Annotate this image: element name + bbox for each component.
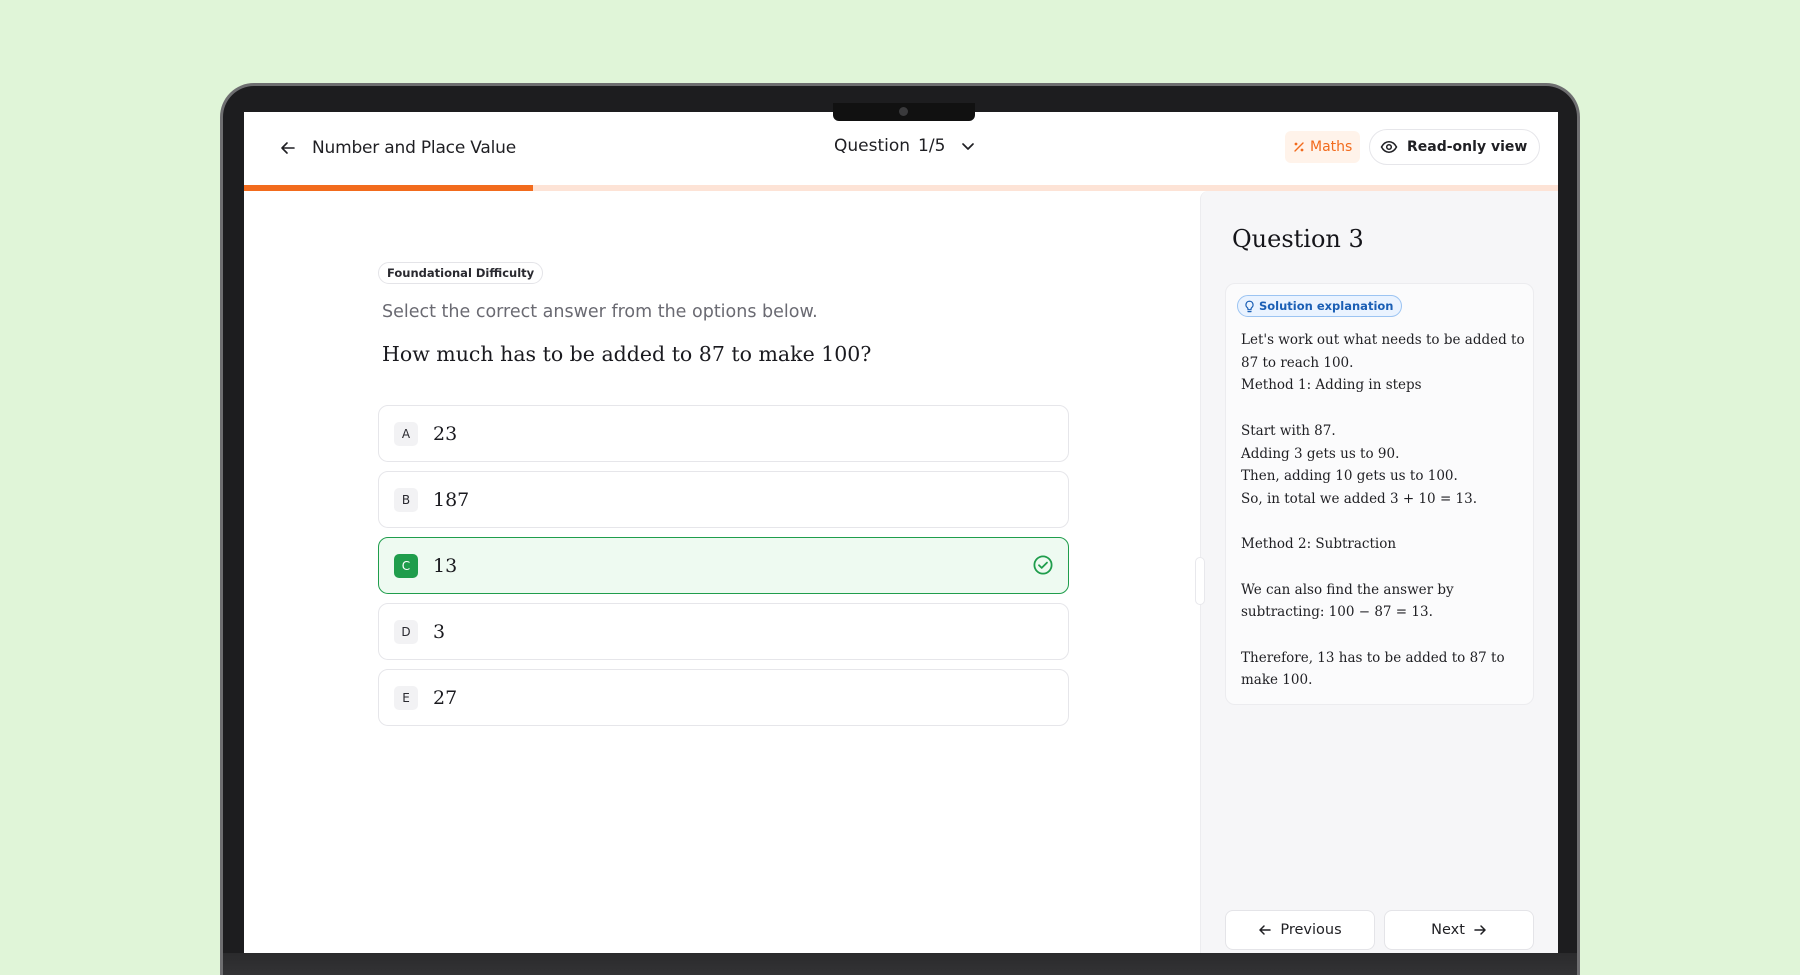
check-circle-icon xyxy=(1033,555,1053,575)
previous-button[interactable]: Previous xyxy=(1225,910,1375,950)
solution-card: Solution explanation Let's work out what… xyxy=(1225,283,1534,705)
solution-line: Let's work out what needs to be added to… xyxy=(1241,332,1525,371)
readonly-label: Read-only view xyxy=(1407,139,1528,155)
solution-line xyxy=(1241,624,1526,647)
question-area: Foundational Difficulty Select the corre… xyxy=(244,191,1200,953)
laptop-frame: Number and Place Value Question 1/5 Math… xyxy=(220,83,1580,975)
solution-line: Start with 87. xyxy=(1241,422,1336,439)
solution-line: Therefore, 13 has to be added to 87 to m… xyxy=(1241,649,1505,689)
topic-title: Number and Place Value xyxy=(312,138,516,158)
option-value: 13 xyxy=(433,554,458,577)
option-value: 27 xyxy=(433,686,458,709)
option-value: 187 xyxy=(433,488,470,511)
solution-line: Then, adding 10 gets us to 100. xyxy=(1241,468,1458,485)
app-screen: Number and Place Value Question 1/5 Math… xyxy=(244,112,1558,953)
option-d[interactable]: D 3 xyxy=(378,603,1069,660)
solution-line: Adding 3 gets us to 90. xyxy=(1241,445,1400,462)
previous-label: Previous xyxy=(1280,922,1342,938)
solution-chip: Solution explanation xyxy=(1237,295,1403,317)
solution-line: Method 1: Adding in steps xyxy=(1241,377,1422,394)
top-bar: Number and Place Value Question 1/5 Math… xyxy=(244,112,1558,185)
subject-label: Maths xyxy=(1310,139,1353,155)
option-b[interactable]: B 187 xyxy=(378,471,1069,528)
solution-panel: Question 3 Solution explanation Let's wo… xyxy=(1200,191,1558,953)
solution-line: So, in total we added 3 + 10 = 13. xyxy=(1241,490,1478,507)
laptop-base xyxy=(223,953,1577,975)
option-a[interactable]: A 23 xyxy=(378,405,1069,462)
option-e[interactable]: E 27 xyxy=(378,669,1069,726)
panel-resize-handle[interactable] xyxy=(1195,557,1205,605)
solution-line xyxy=(1241,556,1526,579)
chevron-down-icon xyxy=(962,143,975,150)
arrow-right-icon xyxy=(1474,925,1486,935)
lightbulb-icon xyxy=(1245,300,1254,312)
question-text: How much has to be added to 87 to make 1… xyxy=(382,342,872,366)
arrow-left-icon xyxy=(281,142,295,154)
next-label: Next xyxy=(1431,922,1465,938)
eye-icon xyxy=(1380,141,1398,153)
instruction-text: Select the correct answer from the optio… xyxy=(382,302,818,322)
option-letter: B xyxy=(394,487,418,512)
solution-line: We can also find the answer by subtracti… xyxy=(1241,581,1454,621)
option-letter: C xyxy=(394,553,418,578)
solution-line xyxy=(1241,397,1526,420)
difficulty-badge: Foundational Difficulty xyxy=(378,262,544,284)
option-value: 23 xyxy=(433,422,458,445)
arrow-left-icon xyxy=(1259,925,1272,935)
question-label: Question xyxy=(834,136,911,156)
question-counter: 1/5 xyxy=(918,136,946,156)
option-letter: D xyxy=(394,619,418,644)
option-letter: E xyxy=(394,685,418,710)
panel-title: Question 3 xyxy=(1232,225,1364,253)
camera-notch xyxy=(833,103,975,121)
next-button[interactable]: Next xyxy=(1384,910,1534,950)
option-value: 3 xyxy=(433,620,446,643)
readonly-badge: Read-only view xyxy=(1369,129,1541,165)
option-c[interactable]: C 13 xyxy=(378,537,1069,594)
solution-line: Method 2: Subtraction xyxy=(1241,536,1397,553)
solution-chip-label: Solution explanation xyxy=(1259,299,1394,313)
option-letter: A xyxy=(394,421,418,446)
percent-icon xyxy=(1294,142,1304,152)
answer-options: A 23 B 187 C 13 D 3 E 27 xyxy=(378,405,1069,735)
camera-icon xyxy=(899,107,908,116)
back-button[interactable] xyxy=(277,137,299,159)
subject-badge: Maths xyxy=(1285,131,1361,163)
question-selector[interactable]: Question 1/5 xyxy=(834,136,977,156)
solution-line xyxy=(1241,511,1526,534)
solution-text: Let's work out what needs to be added to… xyxy=(1241,329,1526,692)
